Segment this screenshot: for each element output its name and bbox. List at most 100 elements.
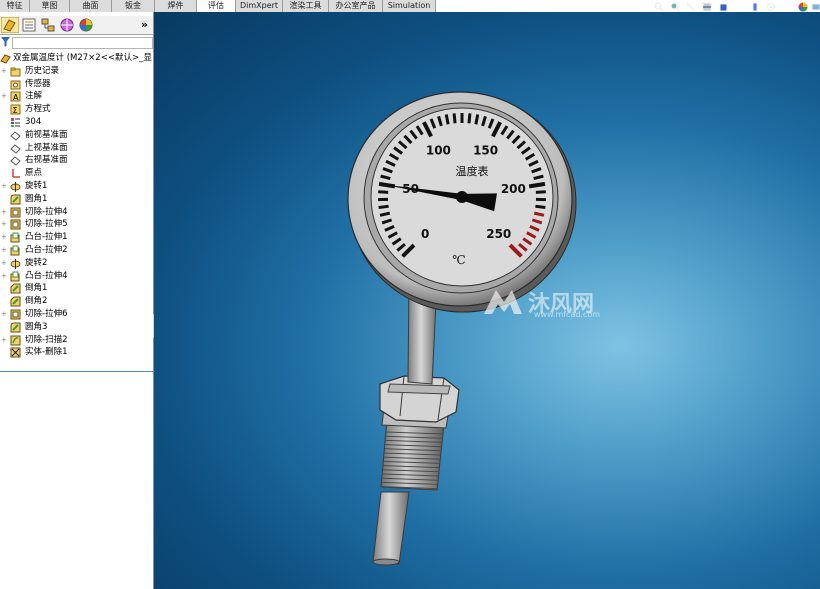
tree-node[interactable]: + A 注解 [0,90,153,103]
tree-node-label: 圆角1 [25,193,48,204]
tree-node-label: 原点 [25,168,43,179]
scale-label: 200 [501,182,526,196]
expand-icon[interactable]: + [1,311,7,318]
configuration-manager-tab-icon[interactable] [39,17,57,33]
tree-node[interactable]: 原点 [0,167,153,180]
tree-node-label: 凸台-拉伸2 [25,245,68,255]
tree-root-part[interactable]: 双金属温度计 (M27×2<<默认>_显 [0,52,153,65]
cut-extrude-icon [10,309,21,320]
minor-tick [535,190,546,194]
svg-text:Σ: Σ [13,106,18,115]
minor-tick [379,211,391,217]
probe-stem [372,491,410,566]
tree-node[interactable]: 右视基准面 [0,154,153,167]
tree-node-label: 实体-删除1 [25,347,68,358]
tree-node[interactable]: + 旋转2 [0,257,153,270]
tree-rollback-bar[interactable] [0,371,153,372]
tab-features[interactable]: 特征 [0,0,30,12]
part-icon [0,54,11,64]
tree-node[interactable]: 倒角2 [0,295,153,308]
zoom-to-area-icon[interactable] [670,2,680,12]
tree-node[interactable]: 传感器 [0,78,153,91]
svg-text:www.mfcad.com: www.mfcad.com [534,310,600,319]
tree-node[interactable]: + 凸台-拉伸1 [0,231,153,244]
plane-icon [10,156,21,167]
tree-node-label: 切除-拉伸4 [25,206,68,217]
tab-sheet-metal[interactable]: 钣金 [112,0,155,12]
tree-node[interactable]: + 凸台-拉伸2 [0,244,153,257]
expand-icon[interactable]: + [1,208,7,215]
tree-node[interactable]: 倒角1 [0,282,153,295]
section-view-icon[interactable] [702,2,712,12]
tree-node[interactable]: + 旋转1 [0,180,153,193]
expand-icon[interactable]: + [1,336,7,343]
expand-icon[interactable]: + [1,67,7,74]
plane-icon [10,143,21,154]
cut-extrude-icon [10,207,21,218]
tree-node-label: 历史记录 [25,65,60,76]
feature-manager-tab-icon[interactable] [1,17,19,33]
expand-icon[interactable]: + [1,93,7,100]
chamfer-icon [10,296,21,307]
gauge-title: 温度表 [456,164,489,178]
cut-sweep-icon [10,335,21,346]
tree-node-label: 倒角2 [25,296,48,307]
tree-node[interactable]: + 历史记录 [0,65,153,78]
boss-extrude-icon [10,271,20,282]
tree-node[interactable]: 上视基准面 [0,142,153,155]
graphics-viewport[interactable]: 050100150200250 温度表 ℃ 沐风网 www.mfcad.com [154,12,820,589]
tree-node[interactable]: + 切除-拉伸6 [0,308,153,321]
tree-node-label: 凸台-拉伸1 [25,232,68,243]
tree-node[interactable]: 圆角1 [0,193,153,206]
dimxpert-manager-tab-icon[interactable] [58,17,76,33]
zoom-to-fit-icon[interactable] [654,2,664,12]
tab-sketch[interactable]: 草图 [30,0,70,12]
panel-tab-strip: » [0,16,153,35]
expand-icon[interactable]: + [1,221,7,228]
delete-body-icon [10,347,21,358]
expand-icon[interactable]: + [1,272,7,279]
revolve-icon [10,182,21,192]
tree-node[interactable]: Σ 方程式 [0,103,153,116]
panel-more-button[interactable]: » [141,18,148,31]
expand-icon[interactable]: + [1,259,7,266]
tree-node-label: 旋转1 [25,181,48,191]
tree-node-label: 方程式 [25,104,51,115]
filter-icon[interactable] [1,37,10,47]
expand-icon[interactable]: + [1,234,7,241]
previous-view-icon[interactable] [686,2,696,12]
scale-label: 100 [426,144,451,158]
edit-appearance-icon[interactable] [798,2,808,12]
tree-node-label: 注解 [25,91,43,102]
watermark-url: www.mfcad.com [534,310,600,319]
needle-hub [456,191,468,203]
cut-extrude-icon [10,219,21,230]
tab-surfaces[interactable]: 曲面 [70,0,112,12]
expand-icon[interactable]: + [1,247,7,254]
display-manager-tab-icon[interactable] [77,17,95,33]
revolve-icon [10,258,21,269]
apply-scene-icon[interactable] [811,2,820,12]
tree-node[interactable]: + 切除-拉伸4 [0,206,153,219]
expand-icon[interactable]: + [1,183,7,190]
tree-node[interactable]: 前视基准面 [0,129,153,142]
tree-node[interactable]: + 切除-拉伸5 [0,218,153,231]
tree-node[interactable]: + 凸台-拉伸4 [0,270,153,283]
tree-filter-row [0,36,153,49]
tree-node[interactable]: 圆角3 [0,321,153,334]
tree-node[interactable]: 实体-删除1 [0,346,153,359]
tree-node[interactable]: + 切除-扫描2 [0,334,153,347]
tree-node-label: 切除-拉伸6 [25,309,68,319]
hide-show-items-icon[interactable] [766,2,776,12]
tree-node-label: 凸台-拉伸4 [25,270,68,281]
annotations-icon: A [10,91,21,102]
history-folder-icon [10,67,21,77]
minor-tick [535,204,546,210]
minor-tick [444,114,450,125]
property-manager-tab-icon[interactable] [20,17,38,33]
view-orientation-icon[interactable] [718,2,728,12]
plane-icon [10,131,21,141]
tree-node[interactable]: 304 [0,116,153,129]
display-style-icon[interactable] [750,2,760,12]
tree-filter-input[interactable] [12,37,153,49]
